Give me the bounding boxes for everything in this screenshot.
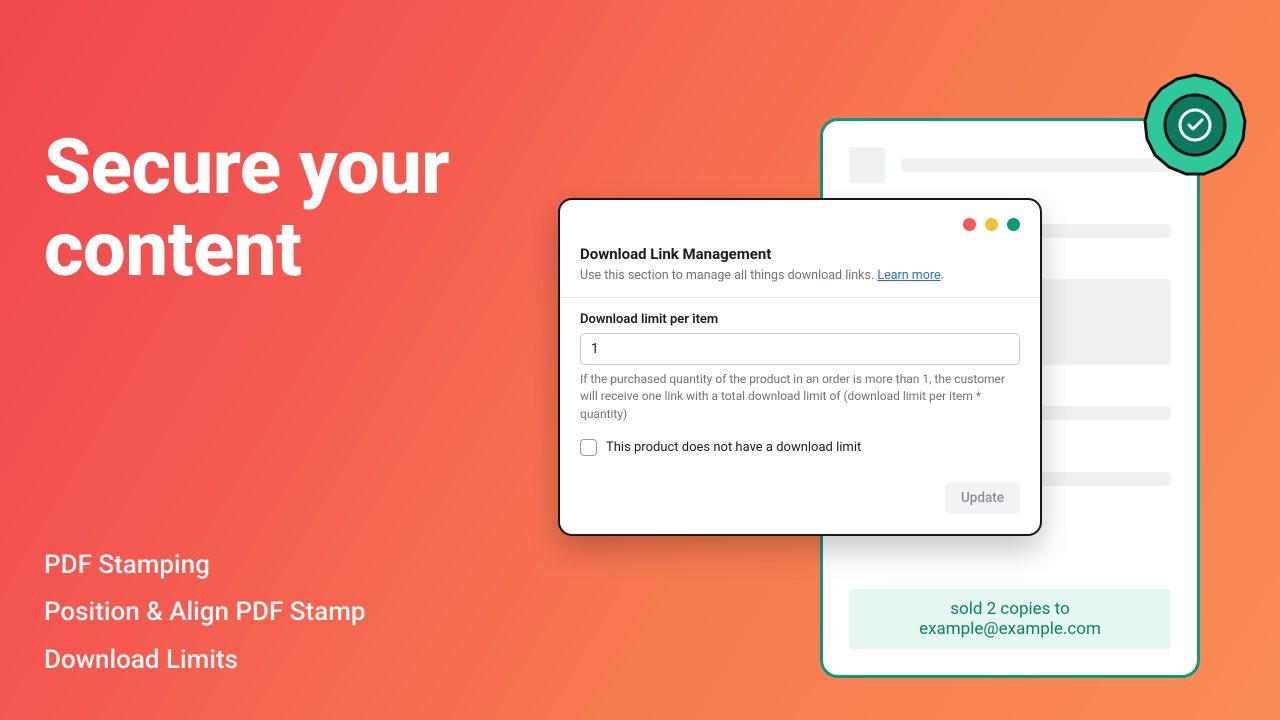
dialog-subtitle: Use this section to manage all things do… [580,268,1020,283]
no-limit-checkbox-row: This product does not have a download li… [580,439,1020,456]
dialog-subtitle-text: Use this section to manage all things do… [580,268,877,283]
window-controls [580,218,1020,231]
period: . [941,268,944,283]
download-limit-label: Download limit per item [580,312,1020,327]
window-minimize-icon[interactable] [985,218,998,231]
feature-item: Position & Align PDF Stamp [44,589,365,636]
dialog-footer: Update [580,482,1020,514]
feature-item: PDF Stamping [44,542,365,589]
promo-stage: Secure your content PDF Stamping Positio… [0,0,1280,720]
sold-notification: sold 2 copies to example@example.com [849,589,1171,649]
window-maximize-icon[interactable] [1007,218,1020,231]
headline: Secure your content [44,126,449,290]
skeleton-square [849,147,885,183]
update-button[interactable]: Update [945,482,1020,514]
download-limit-help-text: If the purchased quantity of the product… [580,371,1020,423]
dialog-title: Download Link Management [580,245,1020,263]
learn-more-link[interactable]: Learn more [877,268,940,283]
divider [560,297,1040,298]
download-limit-input[interactable] [580,333,1020,365]
feature-item: Download Limits [44,637,365,684]
skeleton-line [901,158,1171,172]
headline-line-1: Secure your [44,126,449,208]
skeleton-row [849,147,1171,183]
no-limit-checkbox-label: This product does not have a download li… [606,440,861,455]
window-close-icon[interactable] [963,218,976,231]
no-limit-checkbox[interactable] [580,439,597,456]
download-link-management-dialog: Download Link Management Use this sectio… [558,198,1042,536]
feature-list: PDF Stamping Position & Align PDF Stamp … [44,542,365,684]
headline-line-2: content [44,208,449,290]
verified-badge-icon [1141,71,1249,179]
